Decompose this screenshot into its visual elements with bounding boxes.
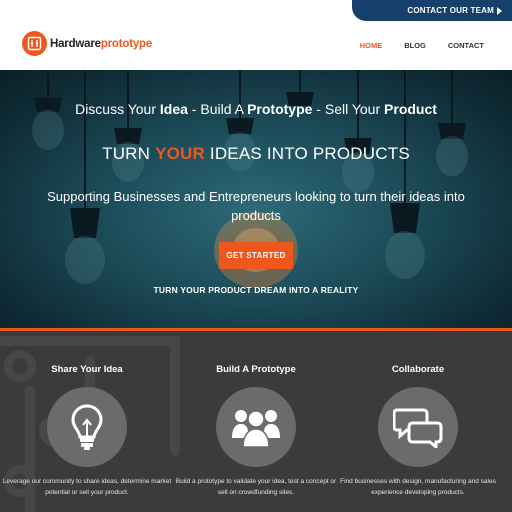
feature-icon-circle bbox=[216, 387, 296, 467]
contact-our-team-label: CONTACT OUR TEAM bbox=[407, 6, 494, 15]
features-section: Share Your Idea Leverage our community t… bbox=[0, 331, 512, 512]
lightbulb-icon bbox=[71, 404, 103, 450]
nav-contact[interactable]: CONTACT bbox=[448, 41, 484, 50]
hero-title: TURN YOUR IDEAS INTO PRODUCTS bbox=[0, 144, 512, 164]
hero-headline-part: Discuss Your bbox=[75, 101, 160, 117]
feature-icon-circle bbox=[378, 387, 458, 467]
feature-description: Build a prototype to validate your idea,… bbox=[175, 478, 337, 496]
hero-headline-part: - Sell Your bbox=[312, 101, 385, 117]
hero-headline-prototype: Prototype bbox=[247, 101, 313, 117]
chat-bubbles-icon bbox=[393, 408, 443, 448]
feature-title: Build A Prototype bbox=[216, 364, 296, 375]
main-nav: HOME BLOG CONTACT bbox=[338, 41, 484, 50]
feature-description: Find businesses with design, manufacturi… bbox=[340, 478, 496, 496]
logo[interactable]: Hardwareprototype bbox=[22, 31, 152, 56]
hero-headline: Discuss Your Idea - Build A Prototype - … bbox=[0, 101, 512, 117]
hero-headline-product: Product bbox=[384, 101, 437, 117]
logo-text-prototype: prototype bbox=[100, 37, 153, 50]
hero-banner: Discuss Your Idea - Build A Prototype - … bbox=[0, 70, 512, 328]
hero-headline-idea: Idea bbox=[159, 101, 188, 117]
logo-text: Hardwareprototype bbox=[50, 38, 152, 50]
hero-subtitle: Supporting Businesses and Entrepreneurs … bbox=[47, 189, 465, 223]
hero-tagline: TURN YOUR PRODUCT DREAM INTO A REALITY bbox=[153, 285, 359, 295]
hero-title-part: IDEAS INTO PRODUCTS bbox=[204, 144, 410, 163]
logo-text-hardware: Hardware bbox=[50, 37, 101, 50]
people-icon bbox=[232, 410, 280, 448]
contact-our-team-button[interactable]: CONTACT OUR TEAM bbox=[352, 0, 512, 21]
feature-title: Share Your Idea bbox=[51, 364, 123, 375]
hero-title-highlight: YOUR bbox=[155, 144, 205, 163]
arrow-right-icon bbox=[497, 7, 502, 15]
get-started-button[interactable]: GET STARTED bbox=[219, 242, 293, 269]
hero-title-part: TURN bbox=[102, 144, 156, 163]
nav-home[interactable]: HOME bbox=[360, 41, 383, 50]
circuit-logo-icon bbox=[22, 31, 47, 56]
feature-icon-circle bbox=[47, 387, 127, 467]
feature-title: Collaborate bbox=[391, 364, 445, 375]
hero-headline-part: - Build A bbox=[187, 101, 248, 117]
nav-blog[interactable]: BLOG bbox=[404, 41, 426, 50]
site-header: Hardwareprototype HOME BLOG CONTACT bbox=[0, 21, 512, 70]
feature-description: Leverage our community to share ideas, d… bbox=[2, 478, 172, 496]
